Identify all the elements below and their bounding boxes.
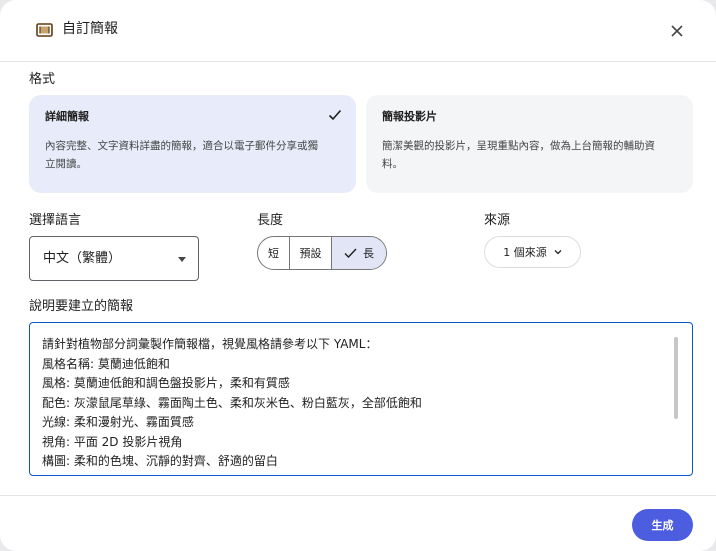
length-option-label: 長 xyxy=(363,247,374,260)
format-option-title: 詳細簡報 xyxy=(45,110,89,123)
textarea-line: 配色: 灰濛鼠尾草綠、霧面陶土色、柔和灰米色、粉白藍灰，全部低飽和 xyxy=(42,395,422,410)
source-select-chip[interactable]: 1 個來源 xyxy=(484,236,581,268)
dialog-header: 自訂簡報 xyxy=(0,0,716,62)
length-label: 長度 xyxy=(257,213,284,228)
length-option-short[interactable]: 短 xyxy=(258,237,290,269)
customize-slides-dialog: 自訂簡報 格式 詳細簡報 內容完整、文字資料詳盡的簡報，適合以電子郵件分享或獨 … xyxy=(0,0,716,551)
check-icon xyxy=(344,248,357,258)
dialog-title: 自訂簡報 xyxy=(62,21,118,37)
textarea-line: 構圖: 柔和的色塊、沉靜的對齊、舒適的留白 xyxy=(42,454,278,468)
length-option-label: 預設 xyxy=(299,247,322,260)
format-option-description-line: 內容完整、文字資料詳盡的簡報，適合以電子郵件分享或獨 xyxy=(45,140,318,152)
length-option-label: 短 xyxy=(268,247,279,260)
language-select[interactable]: 中文（繁體） xyxy=(29,236,199,281)
description-textarea[interactable]: 請針對植物部分詞彙製作簡報檔，視覺風格請參考以下 YAML： 風格名稱: 莫蘭迪… xyxy=(29,322,693,476)
format-option-description-line: 簡潔美觀的投影片，呈現重點內容，做為上台簡報的輔助資 xyxy=(382,140,655,152)
textarea-line: 風格名稱: 莫蘭迪低飽和 xyxy=(42,356,170,371)
slides-icon xyxy=(36,23,53,37)
format-option-detailed[interactable]: 詳細簡報 內容完整、文字資料詳盡的簡報，適合以電子郵件分享或獨 立閱讀。 xyxy=(29,95,356,193)
textarea-line: 視角: 平面 2D 投影片視角 xyxy=(42,434,183,449)
generate-button[interactable]: 生成 xyxy=(632,509,693,541)
dropdown-arrow-icon xyxy=(178,257,186,262)
length-option-default[interactable]: 預設 xyxy=(290,237,332,269)
length-segmented-control: 短 預設 長 xyxy=(257,236,387,270)
check-icon xyxy=(328,109,342,121)
format-option-description: 內容完整、文字資料詳盡的簡報，適合以電子郵件分享或獨 立閱讀。 xyxy=(45,137,340,173)
format-option-title: 簡報投影片 xyxy=(382,110,437,123)
length-option-long[interactable]: 長 xyxy=(332,237,386,269)
source-label: 來源 xyxy=(484,213,511,228)
textarea-scrollbar[interactable] xyxy=(674,337,678,419)
footer-divider xyxy=(0,495,716,496)
description-label: 說明要建立的簡報 xyxy=(29,299,134,314)
chevron-down-icon xyxy=(554,250,562,255)
format-option-presentation[interactable]: 簡報投影片 簡潔美觀的投影片，呈現重點內容，做為上台簡報的輔助資 料。 xyxy=(366,95,693,193)
language-select-value: 中文（繁體） xyxy=(43,251,122,266)
close-icon xyxy=(671,25,683,37)
textarea-line: 請針對植物部分詞彙製作簡報檔，視覺風格請參考以下 YAML： xyxy=(42,337,378,351)
language-label: 選擇語言 xyxy=(29,213,82,228)
textarea-line: 風格: 莫蘭迪低飽和調色盤投影片，柔和有質感 xyxy=(42,376,290,390)
format-label: 格式 xyxy=(29,72,56,87)
format-option-description-line: 料。 xyxy=(382,158,403,170)
source-chip-label: 1 個來源 xyxy=(503,246,547,259)
format-option-description: 簡潔美觀的投影片，呈現重點內容，做為上台簡報的輔助資 料。 xyxy=(382,137,677,173)
close-button[interactable] xyxy=(664,18,690,44)
format-option-description-line: 立閱讀。 xyxy=(45,158,87,170)
textarea-line: 光線: 柔和漫射光、霧面質感 xyxy=(42,415,194,429)
